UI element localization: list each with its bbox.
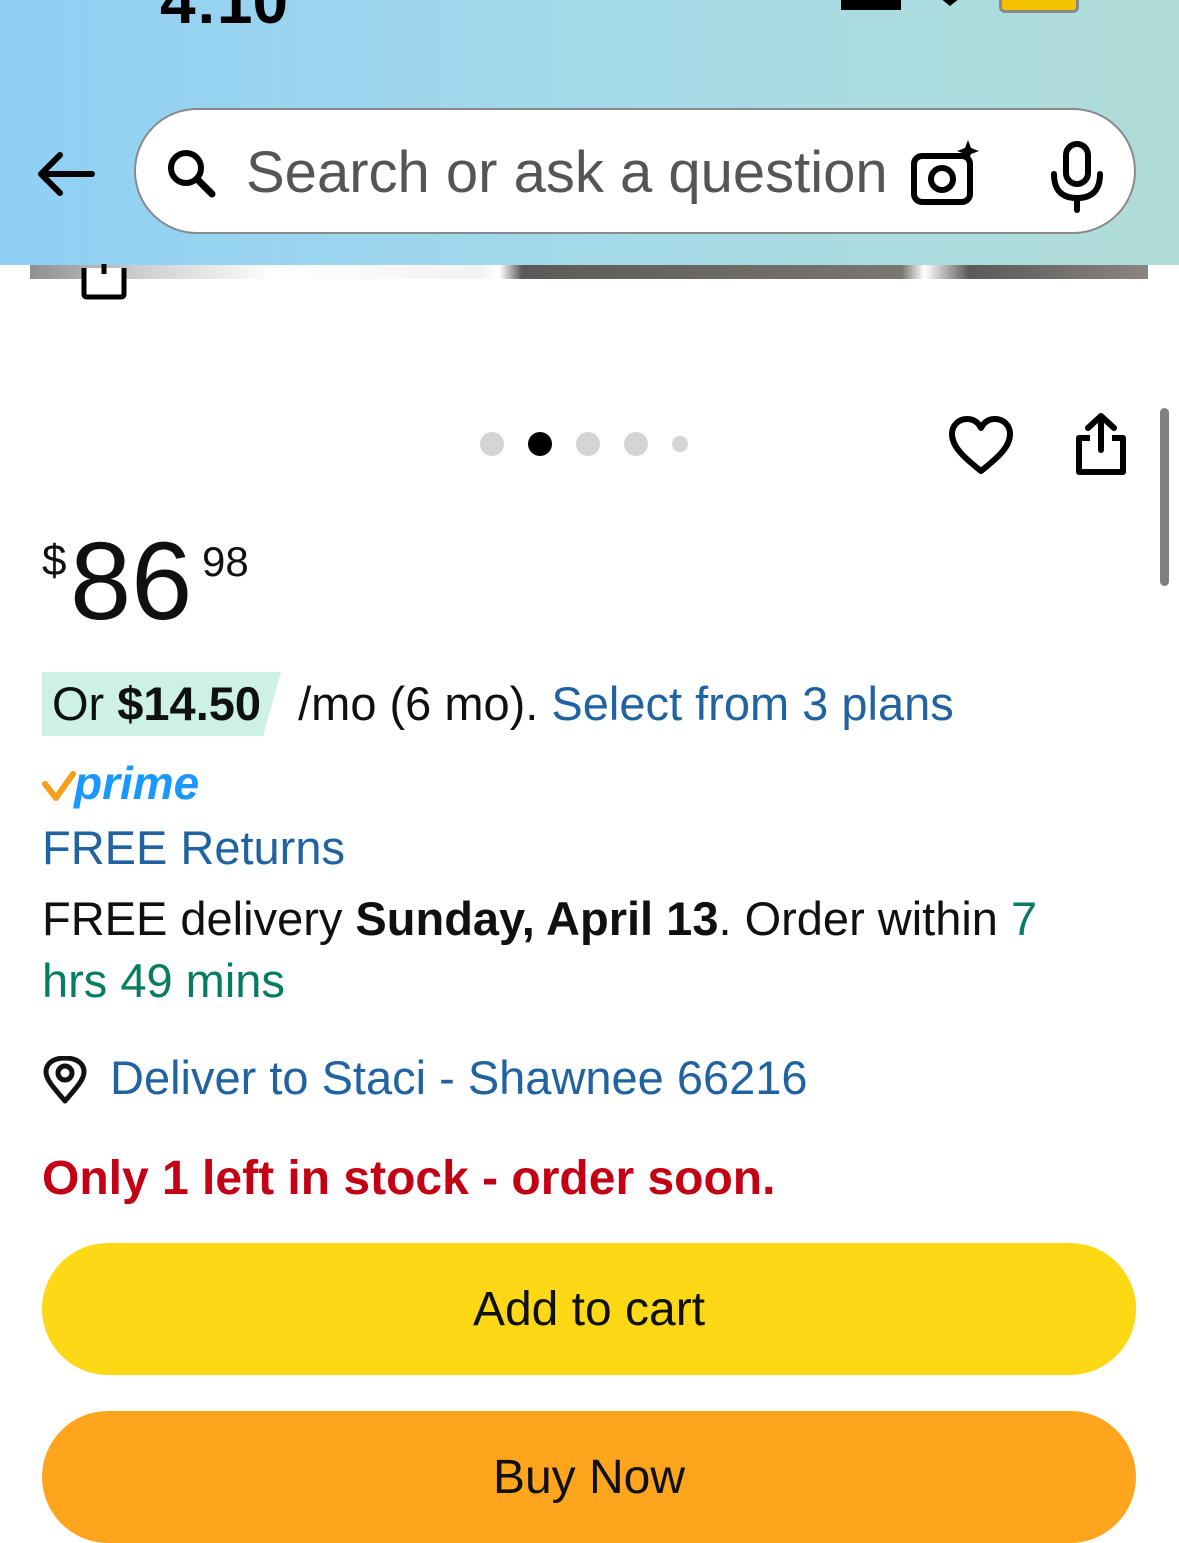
buy-now-button[interactable]: Buy Now [42, 1411, 1136, 1543]
carousel-dot[interactable] [624, 432, 648, 456]
select-plans-link[interactable]: Select from 3 plans [551, 677, 953, 730]
price-currency: $ [42, 536, 67, 585]
add-to-cart-button[interactable]: Add to cart [42, 1243, 1136, 1375]
deliver-to-link[interactable]: Deliver to Staci - Shawnee 66216 [110, 1046, 808, 1110]
carousel-dot[interactable] [480, 432, 504, 456]
price-whole: 86 [70, 520, 193, 643]
battery-icon [999, 0, 1079, 13]
delivery-prefix: FREE delivery [42, 892, 356, 945]
stock-warning: Only 1 left in stock - order soon. [42, 1152, 776, 1205]
installment-terms: /mo (6 mo). [285, 677, 552, 730]
status-time: 4:10 [160, 0, 289, 37]
wifi-icon [935, 0, 965, 6]
search-icon [168, 150, 216, 198]
delivery-info: FREE delivery Sunday, April 13. Order wi… [42, 888, 1102, 1012]
price-fraction: 98 [202, 538, 249, 585]
save-tag-icon [81, 264, 127, 300]
camera-sparkle-icon[interactable] [908, 136, 984, 212]
signal-icon [841, 0, 901, 10]
heart-icon[interactable] [948, 416, 1014, 476]
search-input[interactable] [246, 130, 906, 214]
scrollbar[interactable] [1160, 408, 1169, 586]
prime-label: prime [74, 757, 200, 809]
prime-check-icon [42, 771, 76, 801]
delivery-date: Sunday, April 13 [355, 892, 719, 945]
search-bar[interactable] [134, 108, 1136, 234]
location-pin-icon [43, 1056, 87, 1104]
status-icons [841, 0, 1079, 14]
back-button[interactable] [34, 142, 98, 206]
installment-highlight: Or $14.50 [42, 672, 281, 736]
image-carousel-dots [480, 430, 688, 458]
carousel-dot[interactable] [672, 436, 688, 452]
free-returns-link[interactable]: FREE Returns [42, 818, 345, 878]
delivery-middle: . Order within [718, 892, 1012, 945]
installment-plan: Or $14.50 /mo (6 mo). Select from 3 plan… [42, 672, 954, 736]
carousel-dot-active[interactable] [528, 432, 552, 456]
installment-prefix: Or [52, 677, 118, 730]
back-arrow-icon [38, 152, 95, 196]
microphone-icon[interactable] [1042, 140, 1112, 214]
share-icon[interactable] [1074, 412, 1128, 476]
installment-amount: $14.50 [117, 677, 262, 730]
prime-badge: prime [42, 757, 212, 812]
top-header: 4:10 [0, 0, 1179, 265]
carousel-dot[interactable] [576, 432, 600, 456]
product-image[interactable] [30, 265, 1148, 279]
